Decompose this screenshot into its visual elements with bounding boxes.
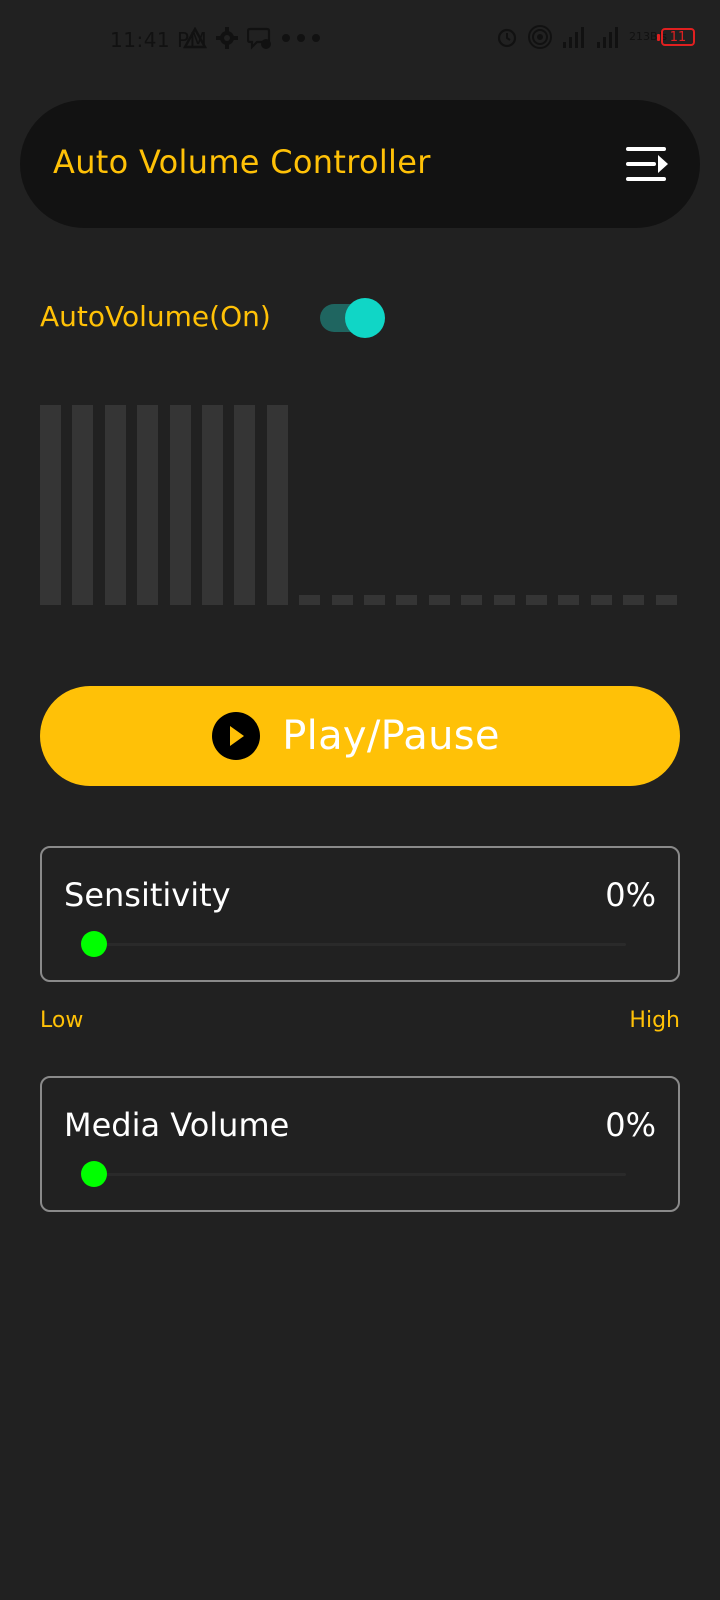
level-bar-idle — [299, 595, 320, 605]
level-bar-active — [202, 405, 223, 605]
level-bar-idle — [656, 595, 677, 605]
menu-icon — [626, 147, 668, 181]
level-bar-idle — [494, 595, 515, 605]
auto-volume-toggle[interactable] — [320, 298, 386, 338]
net-speed: 213 B/s — [629, 30, 667, 43]
hotspot-icon — [527, 25, 553, 49]
level-bar-active — [170, 405, 191, 605]
signal-icon — [595, 24, 621, 50]
app-title: Auto Volume Controller — [53, 143, 431, 181]
level-bar-idle — [396, 595, 417, 605]
level-bar-active — [267, 405, 288, 605]
status-icons-left — [183, 26, 329, 50]
media-volume-title: Media Volume — [64, 1106, 290, 1144]
status-icons-right: 213 B/s 11 — [487, 24, 695, 50]
media-volume-card: Media Volume 0% — [40, 1076, 680, 1212]
sensitivity-slider-thumb[interactable] — [81, 931, 107, 957]
signal-4g-icon — [561, 24, 587, 50]
level-bar-active — [40, 405, 61, 605]
auto-volume-label: AutoVolume(On) — [40, 300, 271, 333]
sensitivity-high-label: High — [629, 1008, 680, 1033]
level-bar-active — [137, 405, 158, 605]
level-bar-idle — [623, 595, 644, 605]
status-bar: 11:41 PM 213 B/s 11 — [0, 0, 720, 80]
media-volume-value: 0% — [605, 1106, 656, 1144]
sensitivity-card: Sensitivity 0% — [40, 846, 680, 982]
level-bar-idle — [429, 595, 450, 605]
level-meter — [40, 405, 682, 605]
level-bar-idle — [461, 595, 482, 605]
more-dots-icon — [281, 33, 321, 43]
level-bar-idle — [558, 595, 579, 605]
media-volume-slider-thumb[interactable] — [81, 1161, 107, 1187]
sensitivity-low-label: Low — [40, 1008, 84, 1033]
play-icon — [212, 712, 261, 760]
menu-button[interactable] — [624, 144, 670, 184]
toggle-thumb — [345, 298, 385, 338]
level-bar-active — [105, 405, 126, 605]
app-header: Auto Volume Controller — [20, 100, 700, 228]
level-bar-idle — [332, 595, 353, 605]
warning-triangle-icon — [183, 27, 207, 49]
battery-level: 11 — [669, 29, 687, 45]
level-bar-idle — [364, 595, 385, 605]
level-bar-idle — [591, 595, 612, 605]
net-speed-value: 213 — [629, 30, 650, 43]
level-bar-idle — [526, 595, 547, 605]
gear-icon — [215, 26, 239, 50]
sensitivity-value: 0% — [605, 876, 656, 914]
play-pause-label: Play/Pause — [282, 713, 500, 759]
battery-icon: 11 — [657, 28, 695, 46]
message-bubble-icon — [247, 26, 273, 50]
play-pause-button[interactable]: Play/Pause — [40, 686, 680, 786]
level-bar-active — [72, 405, 93, 605]
sensitivity-slider-track[interactable] — [94, 943, 626, 946]
sensitivity-title: Sensitivity — [64, 876, 231, 914]
alarm-icon — [495, 25, 519, 49]
media-volume-slider-track[interactable] — [94, 1173, 626, 1176]
level-bar-active — [234, 405, 255, 605]
